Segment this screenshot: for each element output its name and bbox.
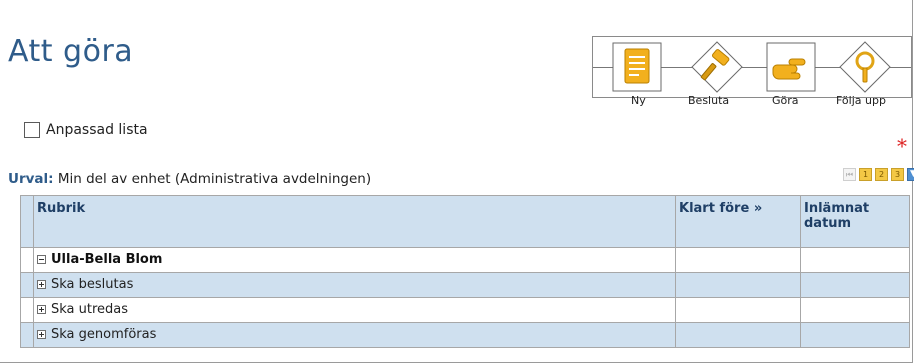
row-label: Ska utredas [51, 302, 129, 317]
klart-fore-cell [675, 272, 801, 298]
row-gutter [20, 247, 34, 273]
inlamnat-cell [800, 272, 910, 298]
row-gutter [20, 322, 34, 348]
header-rubrik[interactable]: Rubrik [33, 195, 676, 248]
filter-label: Urval: [8, 171, 54, 187]
table-group-row[interactable]: Ulla-Bella Blom [20, 247, 910, 273]
table-header-row: Rubrik Klart före » Inlämnat datum [20, 195, 910, 248]
pager-page-1-button[interactable]: 1 [859, 168, 872, 181]
inlamnat-cell [800, 297, 910, 323]
custom-list-checkbox[interactable] [24, 122, 40, 138]
workflow-step-ny[interactable] [611, 41, 663, 93]
table-row[interactable]: Ska utredas [20, 297, 910, 323]
row-label: Ska genomföras [51, 327, 157, 342]
sort-indicator-icon: » [753, 201, 763, 216]
workflow-diagram [592, 36, 912, 98]
header-inlamnat-datum[interactable]: Inlämnat datum [800, 195, 910, 248]
row-gutter [20, 297, 34, 323]
header-klart-fore[interactable]: Klart före » [675, 195, 801, 248]
workflow-label-ny: Ny [631, 94, 646, 107]
workflow-label-folja-upp: Följa upp [836, 94, 886, 107]
workflow-step-gora[interactable] [765, 41, 817, 93]
filter-value[interactable]: Min del av enhet (Administrativa avdelni… [58, 171, 371, 187]
workflow-step-besluta[interactable] [691, 41, 743, 93]
pager: ⏮ 1 2 3 ▼ [843, 168, 914, 184]
inlamnat-cell [800, 247, 910, 273]
row-label: Ska beslutas [51, 277, 134, 292]
expand-icon[interactable] [37, 330, 46, 339]
pager-page-2-button[interactable]: 2 [875, 168, 888, 181]
collapse-icon[interactable] [37, 255, 46, 264]
row-cell: Ska beslutas [33, 272, 676, 298]
filter-line: Urval: Min del av enhet (Administrativa … [8, 171, 371, 187]
header-klart-fore-label: Klart före [679, 201, 750, 216]
magnifier-icon [839, 41, 891, 93]
klart-fore-cell [675, 322, 801, 348]
table-row[interactable]: Ska genomföras [20, 322, 910, 348]
workflow-label-gora: Göra [772, 94, 799, 107]
klart-fore-cell [675, 247, 801, 273]
todo-table: Rubrik Klart före » Inlämnat datum Ulla-… [20, 195, 910, 348]
inlamnat-cell [800, 322, 910, 348]
custom-list-row: Anpassad lista [24, 121, 148, 139]
row-gutter [20, 272, 34, 298]
workflow-step-folja-upp[interactable] [839, 41, 891, 93]
table-row[interactable]: Ska beslutas [20, 272, 910, 298]
group-name: Ulla-Bella Blom [51, 252, 163, 267]
required-marker: * [897, 134, 907, 158]
expand-icon[interactable] [37, 280, 46, 289]
pager-first-button[interactable]: ⏮ [843, 168, 856, 181]
workflow-label-besluta: Besluta [688, 94, 730, 107]
pager-page-3-button[interactable]: 3 [891, 168, 904, 181]
document-icon [612, 42, 662, 92]
row-cell: Ska genomföras [33, 322, 676, 348]
gavel-icon [691, 41, 743, 93]
klart-fore-cell [675, 297, 801, 323]
page-title: Att göra [8, 34, 134, 69]
hand-icon [766, 42, 816, 92]
pager-down-button[interactable]: ▼ [907, 168, 914, 181]
custom-list-label[interactable]: Anpassad lista [46, 122, 148, 138]
row-cell: Ska utredas [33, 297, 676, 323]
header-gutter [20, 195, 34, 248]
workflow-labels: Ny Besluta Göra Följa upp [592, 94, 914, 110]
group-cell: Ulla-Bella Blom [33, 247, 676, 273]
expand-icon[interactable] [37, 305, 46, 314]
